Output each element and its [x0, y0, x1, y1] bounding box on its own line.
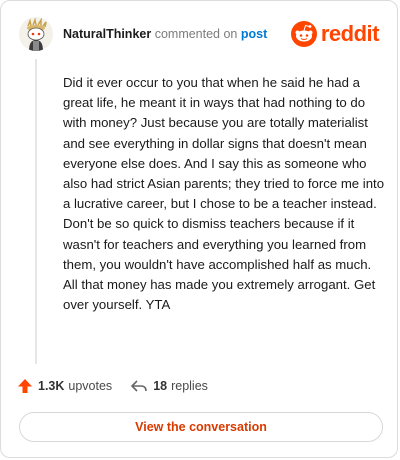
comment-body: Did it ever occur to you that when he sa…	[63, 75, 385, 313]
thread-line	[35, 59, 37, 364]
reply-arrow-icon	[131, 380, 147, 392]
comment-card: NaturalThinker commented on post reddit …	[0, 0, 398, 458]
comment-actions: 1.3K upvotes 18 replies	[17, 375, 226, 397]
action-text: commented on	[154, 27, 238, 41]
comment-meta: NaturalThinker commented on post	[63, 27, 267, 41]
upvote-arrow-icon	[18, 379, 32, 393]
username-link[interactable]: NaturalThinker	[63, 27, 151, 41]
user-avatar[interactable]	[19, 17, 53, 51]
view-conversation-button[interactable]: View the conversation	[19, 412, 383, 442]
reply-count: 18	[153, 379, 168, 393]
upvote-button[interactable]: 1.3K upvotes	[17, 378, 112, 394]
reddit-snoo-icon	[290, 21, 317, 47]
upvote-count: 1.3K	[38, 379, 65, 393]
comment-header: NaturalThinker commented on post reddit	[19, 15, 380, 55]
snoo-avatar-icon	[19, 17, 53, 51]
replies-button[interactable]: 18 replies	[130, 378, 208, 394]
reply-label: replies	[171, 379, 208, 393]
reddit-logo[interactable]: reddit	[290, 19, 380, 49]
upvote-label: upvotes	[68, 379, 113, 393]
post-link[interactable]: post	[241, 27, 267, 41]
reddit-wordmark: reddit	[320, 21, 380, 46]
